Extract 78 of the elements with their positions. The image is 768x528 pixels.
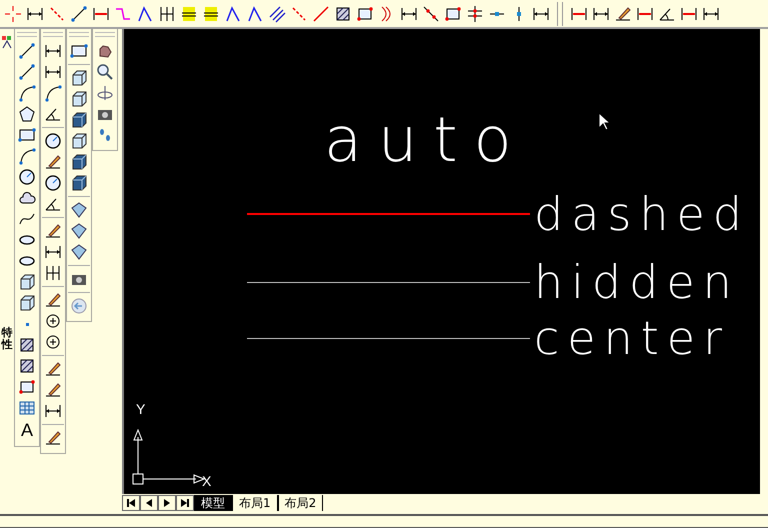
cube-icon[interactable] [70,111,88,129]
side-panel-label[interactable]: 特性 [2,327,12,352]
arc-icon[interactable] [44,84,62,102]
layout-tab[interactable]: 模型 [194,494,232,510]
circle-icon[interactable] [44,174,62,192]
cube-icon[interactable] [18,273,36,291]
diagonal-line-icon[interactable] [18,42,36,60]
hatch-icon[interactable] [334,4,352,22]
canvas-text: hidden [534,259,740,305]
drawing-canvas[interactable]: auto dashed hidden center Y X [122,29,760,494]
dimension-icon[interactable] [44,42,62,60]
pentagon-icon[interactable] [18,105,36,123]
cube-icon[interactable] [18,294,36,312]
cube-icon[interactable] [70,174,88,192]
center-mark-icon[interactable] [44,312,62,330]
dimension-icon[interactable] [44,63,62,81]
last-tab-button[interactable] [176,494,194,510]
cube-icon[interactable] [70,153,88,171]
circle-icon[interactable] [44,132,62,150]
pencil-icon[interactable] [614,4,632,22]
skip-to-start-icon [126,498,136,508]
skip-to-end-icon [180,498,190,508]
next-tab-button[interactable] [158,494,176,510]
dimension-icon[interactable] [44,243,62,261]
text-tool-glyph[interactable]: A [20,420,33,440]
rectangle-icon[interactable] [18,126,36,144]
orbit-icon[interactable] [96,84,114,102]
diamond-icon[interactable] [70,243,88,261]
axis-label: Y [136,402,146,416]
canvas-text: center [534,315,730,361]
peak-line-icon[interactable] [246,4,264,22]
cube-icon[interactable] [70,69,88,87]
cube-icon[interactable] [70,90,88,108]
previous-tab-button[interactable] [140,494,158,510]
corner-box-icon[interactable] [18,378,36,396]
vertical-bars-icon[interactable] [44,264,62,282]
break-line-icon[interactable] [422,4,440,22]
pencil-icon[interactable] [44,429,62,447]
cube-icon[interactable] [70,132,88,150]
corner-box-icon[interactable] [444,4,462,22]
table-icon[interactable] [18,399,36,417]
peak-line-icon[interactable] [224,4,242,22]
pencil-icon[interactable] [44,360,62,378]
right-triangle-icon [162,498,172,508]
dimension-icon[interactable] [44,402,62,420]
diamond-icon[interactable] [70,201,88,219]
center-mark-icon[interactable] [44,333,62,351]
diagonal-line-icon[interactable] [18,63,36,81]
canvas-text: auto [324,109,528,171]
rectangle-icon[interactable] [70,42,88,60]
first-tab-button[interactable] [122,494,140,510]
vertical-bars-icon[interactable] [158,4,176,22]
pencil-icon[interactable] [44,222,62,240]
arc-icon[interactable] [18,84,36,102]
hatch-icon[interactable] [18,357,36,375]
hatch-icon[interactable] [18,336,36,354]
dashed-line-icon[interactable] [290,4,308,22]
crosshair-icon[interactable] [4,4,22,22]
magnifier-icon[interactable] [96,63,114,81]
pencil-icon[interactable] [44,153,62,171]
diagonal-line-icon[interactable] [70,4,88,22]
layout-tab[interactable]: 布局2 [278,494,324,510]
parallel-lines-icon[interactable] [268,4,286,22]
arc-icon[interactable] [18,147,36,165]
canvas-text: dashed [534,191,750,237]
corner-box-icon[interactable] [356,4,374,22]
palette-icon[interactable] [1,35,13,49]
pencil-icon[interactable] [44,381,62,399]
pencil-icon[interactable] [44,291,62,309]
cursor-icon [598,112,610,131]
left-triangle-icon [144,498,154,508]
diamond-icon[interactable] [70,222,88,240]
dashed-line-icon[interactable] [48,4,66,22]
peak-line-icon[interactable] [136,4,154,22]
axis-label: X [202,474,212,488]
circle-icon[interactable] [18,168,36,186]
layout-tab[interactable]: 布局1 [232,494,278,510]
split-line-icon[interactable] [466,4,484,22]
